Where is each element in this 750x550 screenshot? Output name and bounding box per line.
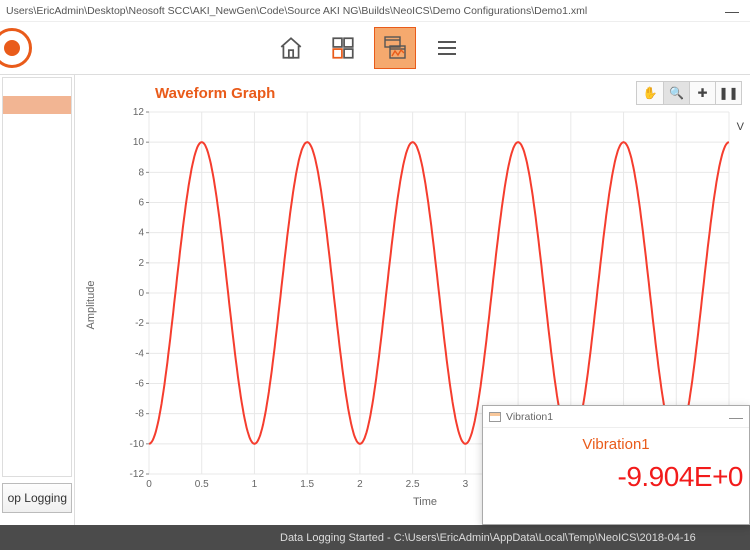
window-titlebar: Users\EricAdmin\Desktop\Neosoft SCC\AKI_… bbox=[0, 0, 750, 22]
popup-titlebar[interactable]: Vibration1 — bbox=[483, 406, 749, 428]
svg-text:12: 12 bbox=[133, 107, 145, 118]
y-axis-label: Amplitude bbox=[85, 281, 97, 330]
svg-text:-6: -6 bbox=[135, 379, 144, 390]
grid-icon bbox=[330, 35, 356, 61]
nav-chart-button[interactable] bbox=[374, 27, 416, 69]
window-minimize-button[interactable]: — bbox=[714, 3, 750, 19]
svg-text:0.5: 0.5 bbox=[195, 479, 209, 490]
nav-home-button[interactable] bbox=[270, 27, 312, 69]
sidebar-list[interactable] bbox=[2, 77, 72, 477]
pan-tool-button[interactable]: ✋ bbox=[637, 82, 663, 104]
x-axis-label: Time bbox=[413, 496, 437, 508]
list-item[interactable] bbox=[3, 96, 71, 114]
vibration-popup[interactable]: Vibration1 — Vibration1 -9.904E+0 bbox=[482, 405, 750, 525]
svg-text:8: 8 bbox=[138, 167, 144, 178]
hand-icon: ✋ bbox=[643, 86, 658, 100]
status-text: Data Logging Started - C:\Users\EricAdmi… bbox=[280, 532, 696, 544]
pause-icon: ❚❚ bbox=[718, 86, 738, 100]
popup-channel-label: Vibration1 bbox=[483, 436, 749, 453]
magnifier-icon: 🔍 bbox=[669, 86, 684, 100]
nav-menu-button[interactable] bbox=[426, 27, 468, 69]
svg-text:2: 2 bbox=[138, 258, 144, 269]
svg-text:-2: -2 bbox=[135, 318, 144, 329]
svg-text:1.5: 1.5 bbox=[300, 479, 314, 490]
crosshair-icon: ✚ bbox=[697, 86, 707, 100]
svg-text:6: 6 bbox=[138, 198, 144, 209]
popup-value: -9.904E+0 bbox=[483, 453, 749, 493]
chart-toolbar: ✋ 🔍 ✚ ❚❚ bbox=[636, 81, 742, 105]
hamburger-icon bbox=[435, 36, 459, 60]
svg-text:0: 0 bbox=[146, 479, 152, 490]
svg-text:3: 3 bbox=[463, 479, 469, 490]
main-toolbar bbox=[0, 22, 750, 75]
svg-text:2: 2 bbox=[357, 479, 363, 490]
chart-legend-marker: V bbox=[737, 121, 744, 133]
home-icon bbox=[278, 35, 304, 61]
chart-windows-icon bbox=[381, 34, 409, 62]
svg-text:0: 0 bbox=[138, 288, 144, 299]
nav-group bbox=[270, 27, 468, 69]
popup-minimize-button[interactable]: — bbox=[729, 409, 743, 425]
window-title: Users\EricAdmin\Desktop\Neosoft SCC\AKI_… bbox=[6, 5, 714, 17]
sidebar: op Logging bbox=[0, 75, 75, 525]
popup-title-text: Vibration1 bbox=[506, 411, 553, 423]
svg-text:-10: -10 bbox=[130, 439, 145, 450]
zoom-tool-button[interactable]: 🔍 bbox=[663, 82, 689, 104]
svg-text:-4: -4 bbox=[135, 348, 144, 359]
record-icon bbox=[4, 40, 20, 56]
svg-text:10: 10 bbox=[133, 137, 145, 148]
stop-logging-button[interactable]: op Logging bbox=[2, 483, 72, 513]
svg-text:4: 4 bbox=[138, 228, 144, 239]
window-icon bbox=[489, 412, 501, 422]
svg-text:2.5: 2.5 bbox=[406, 479, 420, 490]
svg-text:-8: -8 bbox=[135, 409, 144, 420]
record-button[interactable] bbox=[0, 28, 32, 68]
nav-grid-button[interactable] bbox=[322, 27, 364, 69]
pause-tool-button[interactable]: ❚❚ bbox=[715, 82, 741, 104]
list-item[interactable] bbox=[3, 78, 71, 96]
svg-text:1: 1 bbox=[252, 479, 258, 490]
svg-text:-12: -12 bbox=[130, 469, 145, 480]
crosshair-tool-button[interactable]: ✚ bbox=[689, 82, 715, 104]
status-bar: Data Logging Started - C:\Users\EricAdmi… bbox=[0, 525, 750, 550]
